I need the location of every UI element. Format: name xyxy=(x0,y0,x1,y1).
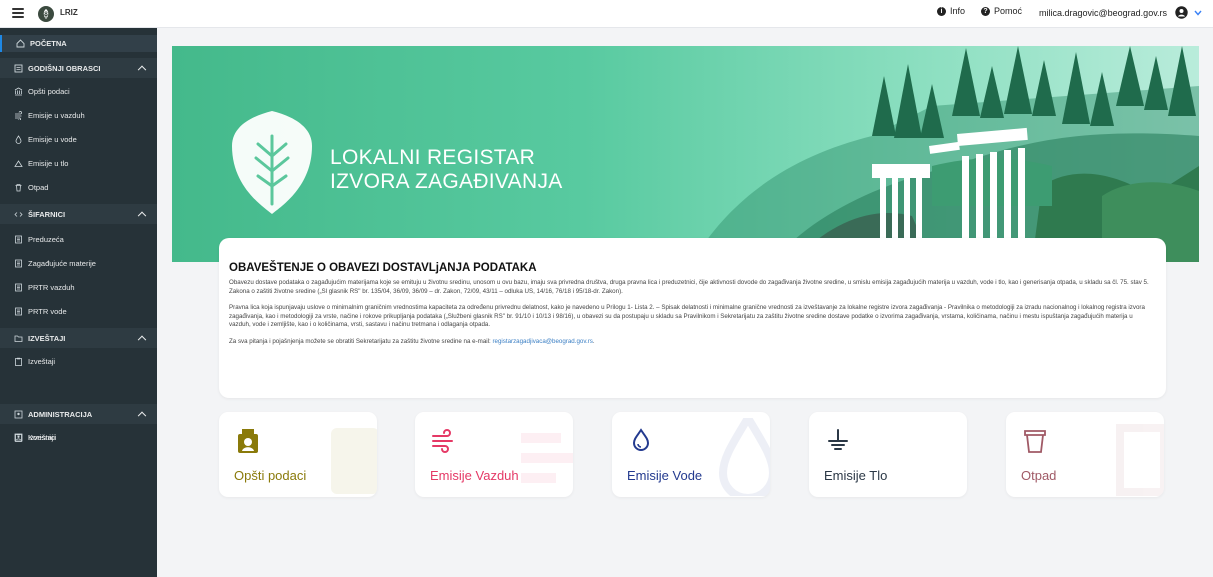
app-title: LRIZ xyxy=(60,8,78,17)
sidebar-item-preduzeca[interactable]: Preduzeća xyxy=(0,230,157,248)
sidebar-item-label: Izveštaji xyxy=(28,432,56,442)
card-label: Opšti podaci xyxy=(234,468,307,483)
card-opsti-podaci[interactable]: Opšti podaci xyxy=(219,412,377,497)
sidebar-section-godisnji-obrasci[interactable]: GODIŠNJI OBRASCI xyxy=(0,58,157,78)
sidebar-item-zagadjujuce-materije[interactable]: Zagađujuće materije xyxy=(0,254,157,272)
help-label: Pomoć xyxy=(994,6,1023,16)
info-link[interactable]: i Info xyxy=(937,6,965,16)
banner-title-line2: IZVORA ZAGAĐIVANJA xyxy=(330,170,563,193)
card-emisije-vode[interactable]: Emisije Vode xyxy=(612,412,770,497)
sidebar: POČETNA GODIŠNJI OBRASCI Opšti podaci Em… xyxy=(0,28,157,577)
notice-paragraph-3: Za sva pitanja i pojašnjenja možete se o… xyxy=(229,338,1156,347)
banner-title-line1: LOKALNI REGISTAR xyxy=(330,146,536,169)
sidebar-item-prtr-vode[interactable]: PRTR vode xyxy=(0,302,157,320)
clipboard-icon xyxy=(14,433,23,442)
sidebar-item-label: Emisije u vode xyxy=(28,134,77,144)
sidebar-item-label: Zagađujuće materije xyxy=(28,258,96,268)
banner-title: LOKALNI REGISTAR IZVORA ZAGAĐIVANJA xyxy=(330,146,563,194)
notice-contact-suffix: . xyxy=(592,337,595,345)
sidebar-item-label: PRTR vode xyxy=(28,306,67,316)
card-label: Emisije Tlo xyxy=(824,468,888,483)
card-label: Otpad xyxy=(1021,468,1057,483)
notice-contact-text: Za sva pitanja i pojašnjenja možete se o… xyxy=(229,337,493,345)
list-icon xyxy=(14,235,23,244)
home-icon xyxy=(16,39,25,48)
sidebar-item-izvestaji[interactable]: Izveštaji xyxy=(0,352,157,370)
folder-icon xyxy=(14,334,23,343)
menu-icon[interactable] xyxy=(12,8,24,18)
app-logo[interactable] xyxy=(38,6,54,22)
drop-icon xyxy=(628,428,654,454)
user-avatar-icon xyxy=(1175,6,1188,19)
chevron-up-icon[interactable] xyxy=(137,411,147,421)
sidebar-item-otpad[interactable]: Otpad xyxy=(0,178,157,196)
sidebar-section-label: ŠIFARNICI xyxy=(28,209,66,219)
card-label: Emisije Vode xyxy=(627,468,703,483)
card-label: Emisije Vazduh xyxy=(430,468,519,483)
help-link[interactable]: ? Pomoć xyxy=(981,6,1022,16)
badge-watermark-icon xyxy=(331,428,377,494)
wind-watermark-icon xyxy=(521,433,573,483)
card-otpad[interactable]: Otpad xyxy=(1006,412,1164,497)
sidebar-item-emisije-u-vazduh[interactable]: Emisije u vazduh xyxy=(0,106,157,124)
notice-heading: OBAVEŠTENJE O OBAVEZI DOSTAVLjANJA PODAT… xyxy=(229,262,537,274)
sidebar-item-prtr-vazduh[interactable]: PRTR vazduh xyxy=(0,278,157,296)
sidebar-item-label: Opšti podaci xyxy=(28,86,70,96)
contact-email-link[interactable]: registarzagadjivaca@beograd.gov.rs xyxy=(492,338,592,345)
info-icon: i xyxy=(937,6,946,16)
chevron-up-icon[interactable] xyxy=(137,335,147,345)
sidebar-section-label: GODIŠNJI OBRASCI xyxy=(28,63,101,73)
forms-icon xyxy=(14,64,23,73)
info-label: Info xyxy=(950,6,966,16)
sidebar-item-label: Preduzeća xyxy=(28,234,64,244)
sidebar-item-label: Otpad xyxy=(28,182,49,192)
chevron-up-icon[interactable] xyxy=(137,65,147,75)
sidebar-section-izvestaji[interactable]: IZVEŠTAJI xyxy=(0,328,157,348)
sidebar-item-label: Emisije u vazduh xyxy=(28,110,85,120)
user-menu[interactable]: milica.dragovic@beograd.gov.rs xyxy=(1039,6,1202,19)
badge-icon xyxy=(235,428,261,454)
ground-icon xyxy=(825,428,851,454)
drop-watermark-icon xyxy=(718,418,770,496)
code-icon xyxy=(14,210,23,219)
top-bar: LRIZ i Info ? Pomoć milica.dragovic@beog… xyxy=(0,0,1213,28)
notice-paragraph-1: Obavezu dostave podataka o zagađujućim m… xyxy=(229,279,1149,295)
sidebar-item-admin-izvestaji-row[interactable]: Izveštaji xyxy=(0,428,157,446)
user-email: milica.dragovic@beograd.gov.rs xyxy=(1039,7,1168,18)
clipboard-icon xyxy=(14,357,23,366)
trash-icon xyxy=(14,183,23,192)
notice-paragraph-2: Pravna lica koja ispunjavaju uslove o mi… xyxy=(229,304,1145,329)
sidebar-item-emisije-u-tlo[interactable]: Emisije u tlo xyxy=(0,154,157,172)
chevron-up-icon[interactable] xyxy=(137,211,147,221)
institution-icon xyxy=(14,87,23,96)
list-icon xyxy=(14,259,23,268)
help-icon: ? xyxy=(981,6,990,16)
sidebar-section-label: ADMINISTRACIJA xyxy=(28,409,93,419)
list-icon xyxy=(14,307,23,316)
chevron-down-icon[interactable] xyxy=(1194,10,1202,16)
ground-icon xyxy=(14,159,23,168)
wind-icon xyxy=(431,428,457,454)
landscape-illustration xyxy=(232,46,1199,262)
admin-icon xyxy=(14,410,23,419)
bin-icon xyxy=(1022,428,1048,454)
hero-banner: LOKALNI REGISTAR IZVORA ZAGAĐIVANJA xyxy=(172,46,1199,262)
bin-watermark-icon xyxy=(1116,424,1164,496)
sidebar-item-pocetna[interactable]: POČETNA xyxy=(0,35,157,52)
wind-icon xyxy=(14,110,23,120)
notice-card: OBAVEŠTENJE O OBAVEZI DOSTAVLjANJA PODAT… xyxy=(219,238,1166,398)
sidebar-section-sifarnici[interactable]: ŠIFARNICI xyxy=(0,204,157,224)
sidebar-section-label: IZVEŠTAJI xyxy=(28,333,66,343)
list-icon xyxy=(14,283,23,292)
card-emisije-vazduh[interactable]: Emisije Vazduh xyxy=(415,412,573,497)
card-emisije-tlo[interactable]: Emisije Tlo xyxy=(809,412,967,497)
sidebar-item-label: PRTR vazduh xyxy=(28,282,75,292)
sidebar-item-emisije-u-vode[interactable]: Emisije u vode xyxy=(0,130,157,148)
drop-icon xyxy=(14,134,23,144)
sidebar-item-opsti-podaci[interactable]: Opšti podaci xyxy=(0,82,157,100)
sidebar-item-label: POČETNA xyxy=(30,39,67,48)
sidebar-section-administracija[interactable]: ADMINISTRACIJA xyxy=(0,404,157,424)
sidebar-item-label: Emisije u tlo xyxy=(28,158,69,168)
sidebar-item-label: Izveštaji xyxy=(28,356,56,366)
